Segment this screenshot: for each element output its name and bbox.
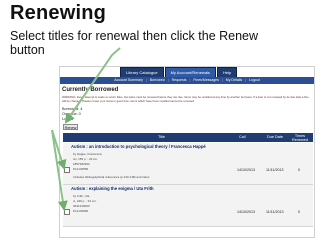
arrow-to-second-checkbox bbox=[51, 129, 68, 211]
callout-arrows bbox=[51, 47, 121, 211]
arrow-to-renew-button bbox=[64, 47, 121, 124]
